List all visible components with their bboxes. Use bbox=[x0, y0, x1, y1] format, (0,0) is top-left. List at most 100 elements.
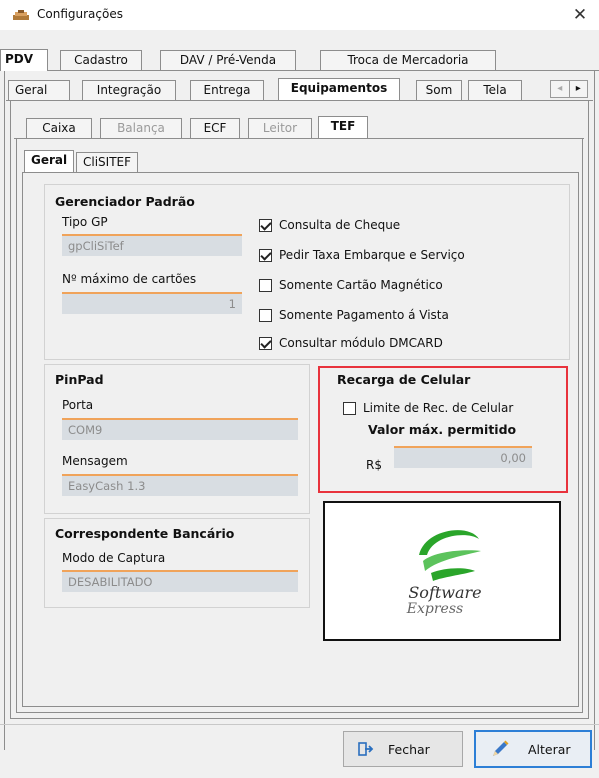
window-title: Configurações bbox=[37, 7, 123, 21]
valor-max-title: Valor máx. permitido bbox=[368, 422, 517, 437]
tab-label: Geral bbox=[15, 83, 48, 97]
checkbox-label: Consulta de Cheque bbox=[279, 218, 401, 232]
tab-pdv[interactable]: PDV bbox=[0, 49, 48, 71]
app-icon bbox=[13, 10, 29, 20]
fechar-label: Fechar bbox=[388, 741, 430, 757]
tab-label: Cadastro bbox=[74, 53, 128, 67]
tef-tabs-baseline bbox=[22, 172, 578, 173]
tab-dav-pre-venda[interactable]: DAV / Pré-Venda bbox=[160, 50, 296, 70]
mensagem-label: Mensagem bbox=[62, 454, 128, 468]
tab-label: ECF bbox=[203, 121, 227, 135]
tab-label: Balança bbox=[117, 121, 165, 135]
tef-geral-right-border bbox=[578, 172, 579, 706]
tab-label: Entrega bbox=[203, 83, 251, 97]
title-bar: Configurações ✕ bbox=[0, 0, 599, 30]
pinpad-title: PinPad bbox=[55, 372, 104, 387]
max-cartoes-field[interactable]: 1 bbox=[62, 292, 242, 314]
tab-scroll-arrows: ◂ ▸ bbox=[550, 80, 588, 98]
equip-page-right-border bbox=[588, 100, 589, 718]
tab-tef[interactable]: TEF bbox=[318, 116, 368, 138]
tipo-gp-label: Tipo GP bbox=[62, 215, 108, 229]
checkbox-icon[interactable] bbox=[259, 308, 272, 322]
logo-line-1: Software bbox=[408, 583, 482, 602]
tef-page-bottom-border bbox=[16, 712, 583, 713]
porta-label: Porta bbox=[62, 398, 94, 412]
valor-max-field[interactable]: 0,00 bbox=[394, 446, 532, 468]
scroll-right-icon[interactable]: ▸ bbox=[570, 81, 588, 97]
tab-ecf[interactable]: ECF bbox=[190, 118, 240, 138]
tab-label: Leitor bbox=[262, 121, 298, 135]
tab-troca-de-mercadoria[interactable]: Troca de Mercadoria bbox=[320, 50, 496, 70]
tab-balanca[interactable]: Balança bbox=[100, 118, 182, 138]
equip-page-bottom-border bbox=[10, 718, 589, 719]
pdv-page-right-border bbox=[594, 70, 595, 750]
tef-page-right-border bbox=[582, 138, 583, 712]
tab-label: DAV / Pré-Venda bbox=[179, 53, 277, 67]
tab-clisitef[interactable]: CliSITEF bbox=[76, 152, 138, 172]
correspondente-title: Correspondente Bancário bbox=[55, 526, 235, 541]
checkbox-checked-icon[interactable] bbox=[259, 336, 272, 350]
somente-cartao-magnetico-option[interactable]: Somente Cartão Magnético bbox=[259, 276, 443, 294]
checkbox-label: Somente Pagamento á Vista bbox=[279, 308, 449, 322]
pdv-page-left-border bbox=[4, 70, 5, 750]
fechar-button[interactable]: Fechar bbox=[343, 731, 463, 767]
tef-geral-bottom-border bbox=[22, 706, 579, 707]
close-button[interactable]: ✕ bbox=[566, 4, 594, 26]
currency-label: R$ bbox=[366, 458, 382, 472]
scroll-left-icon[interactable]: ◂ bbox=[551, 81, 570, 97]
tab-cadastro[interactable]: Cadastro bbox=[60, 50, 142, 70]
tab-label: Integração bbox=[96, 83, 162, 97]
checkbox-label: Pedir Taxa Embarque e Serviço bbox=[279, 248, 465, 262]
equip-tabs-baseline bbox=[14, 138, 584, 139]
checkbox-label: Somente Cartão Magnético bbox=[279, 278, 443, 292]
checkbox-icon[interactable] bbox=[259, 278, 272, 292]
software-express-logo-icon bbox=[419, 530, 481, 581]
alterar-button[interactable]: Alterar bbox=[474, 730, 592, 768]
tab-geral[interactable]: Geral bbox=[8, 80, 70, 100]
main-tabs-baseline bbox=[0, 70, 599, 71]
consulta-cheque-option[interactable]: Consulta de Cheque bbox=[259, 216, 400, 234]
tab-equipamentos[interactable]: Equipamentos bbox=[278, 78, 400, 100]
tab-label: CliSITEF bbox=[82, 155, 132, 169]
tab-som[interactable]: Som bbox=[416, 80, 462, 100]
alterar-label: Alterar bbox=[528, 741, 571, 757]
tab-leitor[interactable]: Leitor bbox=[248, 118, 312, 138]
max-cartoes-label: Nº máximo de cartões bbox=[62, 272, 197, 286]
tef-geral-left-border bbox=[22, 172, 23, 706]
tab-label: Troca de Mercadoria bbox=[347, 53, 469, 67]
tab-integracao[interactable]: Integração bbox=[82, 80, 176, 100]
mensagem-field[interactable]: EasyCash 1.3 bbox=[62, 474, 298, 496]
checkbox-checked-icon[interactable] bbox=[259, 218, 272, 232]
tab-tela[interactable]: Tela bbox=[468, 80, 522, 100]
equip-page-left-border bbox=[10, 100, 11, 718]
pedir-taxa-option[interactable]: Pedir Taxa Embarque e Serviço bbox=[259, 246, 465, 264]
checkbox-icon[interactable] bbox=[343, 401, 356, 415]
pencil-icon bbox=[493, 740, 509, 756]
tab-tef-geral[interactable]: Geral bbox=[24, 150, 74, 172]
tab-label: TEF bbox=[330, 119, 356, 133]
tab-label: Som bbox=[425, 83, 453, 97]
tab-caixa[interactable]: Caixa bbox=[26, 118, 92, 138]
recarga-title: Recarga de Celular bbox=[337, 372, 471, 387]
consultar-dmcard-option[interactable]: Consultar módulo DMCARD bbox=[259, 334, 443, 352]
software-express-logo-box: Software Express bbox=[323, 501, 561, 641]
tef-page-left-border bbox=[16, 138, 17, 712]
somente-pagamento-vista-option[interactable]: Somente Pagamento á Vista bbox=[259, 306, 449, 324]
modo-captura-label: Modo de Captura bbox=[62, 551, 166, 565]
tab-label: PDV bbox=[5, 52, 34, 66]
tab-entrega[interactable]: Entrega bbox=[190, 80, 264, 100]
checkbox-label: Consultar módulo DMCARD bbox=[279, 336, 443, 350]
checkbox-checked-icon[interactable] bbox=[259, 248, 272, 262]
footer-separator bbox=[0, 724, 599, 725]
limite-recarga-option[interactable]: Limite de Rec. de Celular bbox=[343, 399, 513, 417]
checkbox-label: Limite de Rec. de Celular bbox=[363, 401, 514, 415]
sub-tabs-baseline bbox=[6, 100, 593, 101]
gerenciador-padrao-title: Gerenciador Padrão bbox=[55, 194, 195, 209]
tab-label: Equipamentos bbox=[290, 81, 388, 95]
exit-icon bbox=[358, 742, 374, 756]
modo-captura-field[interactable]: DESABILITADO bbox=[62, 570, 298, 592]
tab-label: Tela bbox=[483, 83, 507, 97]
porta-field[interactable]: COM9 bbox=[62, 418, 298, 440]
tab-label: Geral bbox=[31, 153, 68, 167]
tipo-gp-field[interactable]: gpCliSiTef bbox=[62, 234, 242, 256]
